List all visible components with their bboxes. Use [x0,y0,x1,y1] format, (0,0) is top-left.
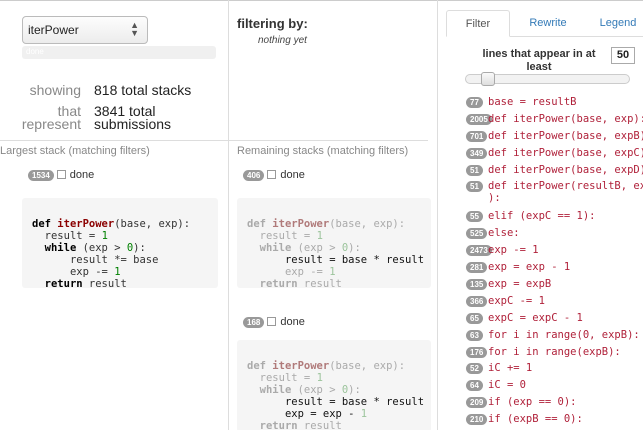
line-count-badge: 51 [466,164,483,176]
represent-value-line2: submissions [94,116,172,132]
line-filter-item[interactable]: 366 expC -= 1 [466,293,643,310]
line-count-badge: 701 [466,130,488,142]
slider-handle[interactable] [481,72,495,86]
line-filter-item[interactable]: 701 def iterPower(base, expB): [466,128,643,145]
tab-filter[interactable]: Filter [446,10,510,37]
progress-bar: done [22,46,216,59]
done-checkbox[interactable] [267,170,277,179]
problem-select-value: iterPower [28,23,79,37]
line-count-badge: 176 [466,346,488,358]
line-code-text[interactable]: def iterPower(base, expB): [488,130,643,142]
line-code-text[interactable]: else: [488,227,520,239]
line-count-badge: 52 [466,363,483,375]
line-filter-item[interactable]: 210 if (expB == 0): [466,411,643,428]
line-filter-item[interactable]: 135 exp = expB [466,276,643,293]
left-middle-divider [228,0,229,430]
line-count-badge: 366 [466,295,488,307]
line-code-text[interactable]: for i in range(0, expB): [488,329,640,341]
done-checkbox[interactable] [56,170,66,179]
represent-label-line2: represent [21,116,81,132]
line-code-text[interactable]: iC = 0 [488,379,526,391]
stack-code: def iterPower(base, exp): result = 1 whi… [237,340,431,430]
filter-value: nothing yet [258,35,307,46]
showing-label: showing [29,82,81,98]
line-count-badge: 349 [466,147,488,159]
threshold-slider[interactable] [465,72,630,86]
largest-stack-code: def iterPower(base, exp): result = 1 whi… [22,198,218,290]
line-code-text[interactable]: expC -= 1 [488,295,545,307]
line-filter-item[interactable]: 2473 exp -= 1 [466,242,643,259]
middle-divider [228,140,428,141]
line-filter-item[interactable]: 525 else: [466,225,643,242]
progress-bar-label: done [26,47,44,56]
line-code-text[interactable]: def iterPower(base, exp): [488,113,643,125]
remaining-stacks-title: Remaining stacks (matching filters) [237,145,409,157]
line-code-text[interactable]: for i in range(expB): [488,346,621,358]
line-code-text[interactable]: expC = expC - 1 [488,312,583,324]
largest-stack-header: 1534 done [28,169,94,181]
line-code-text[interactable]: iC += 1 [488,362,532,374]
line-filter-item[interactable]: 65 expC = expC - 1 [466,310,643,327]
stack-header: 406 done [243,169,305,181]
done-label: done [280,169,305,181]
stack-header: 168 done [243,316,305,328]
line-filter-item[interactable]: 176 for i in range(expB): [466,344,643,361]
line-code-text[interactable]: def iterPower(resultB, expC ): [488,180,643,204]
line-count-badge: 65 [466,312,483,324]
left-divider [0,140,228,141]
problem-select[interactable]: iterPower ▲ ▼ [22,16,148,44]
line-filter-item[interactable]: 209 if (exp == 0): [466,394,643,411]
stack-count-badge: 1534 [28,170,54,181]
largest-stack-title: Largest stack (matching filters) [0,145,150,157]
line-filter-item[interactable]: 51 def iterPower(base, expD): [466,162,643,179]
showing-value: 818 total stacks [94,82,192,98]
line-count-badge: 525 [466,228,488,240]
line-filter-item[interactable]: 349 def iterPower(base, expC): [466,145,643,162]
done-label: done [280,316,305,328]
select-arrows-icon: ▲ ▼ [130,20,139,38]
line-code-text[interactable]: if (exp == 0): [488,396,577,408]
tab-rewrite[interactable]: Rewrite [516,10,580,37]
sidebar-tabs: Filter Rewrite Legend [446,10,643,37]
middle-right-divider [437,0,438,430]
line-filter-item[interactable]: 77 base = resultB [466,94,643,111]
tab-legend[interactable]: Legend [588,10,643,37]
line-count-badge: 210 [466,414,488,426]
done-label: done [69,169,95,181]
line-filter-item[interactable]: 51 def iterPower(resultB, expC ): [466,178,643,208]
line-filter-list: 77 base = resultB 2005 def iterPower(base, … [466,94,643,428]
done-checkbox[interactable] [267,317,277,326]
line-count-badge: 64 [466,380,483,392]
filter-heading: filtering by: [237,16,308,31]
stack-count-badge: 406 [243,170,265,181]
line-filter-item[interactable]: 2005 def iterPower(base, exp): [466,111,643,128]
line-code-text[interactable]: elif (expC == 1): [488,210,595,222]
stack-count-badge: 168 [243,317,265,328]
line-code-text[interactable]: exp = expB [488,278,551,290]
left-panel: iterPower ▲ ▼ done showing 818 total stac… [0,0,228,430]
line-code-text[interactable]: exp = exp - 1 [488,261,570,273]
line-filter-item[interactable]: 64 iC = 0 [466,377,643,394]
line-code-text[interactable]: def iterPower(base, expC): [488,147,643,159]
threshold-input[interactable]: 50 [611,47,635,64]
stack-code: def iterPower(base, exp): result = 1 whi… [237,198,431,290]
line-count-badge: 281 [466,262,488,274]
line-filter-item[interactable]: 281 exp = exp - 1 [466,259,643,276]
line-count-badge: 63 [466,329,483,341]
line-count-badge: 135 [466,279,488,291]
line-filter-item[interactable]: 55 elif (expC == 1): [466,208,643,225]
line-code-text[interactable]: def iterPower(base, expD): [488,164,643,176]
line-filter-item[interactable]: 52 iC += 1 [466,360,643,377]
line-count-badge: 51 [466,181,483,193]
line-code-text[interactable]: exp -= 1 [488,244,539,256]
line-count-badge: 209 [466,397,488,409]
line-code-text[interactable]: base = resultB [488,96,577,108]
line-count-badge: 77 [466,97,483,108]
line-count-badge: 55 [466,211,483,223]
line-code-text[interactable]: if (expB == 0): [488,413,583,425]
line-filter-item[interactable]: 63 for i in range(0, expB): [466,327,643,344]
